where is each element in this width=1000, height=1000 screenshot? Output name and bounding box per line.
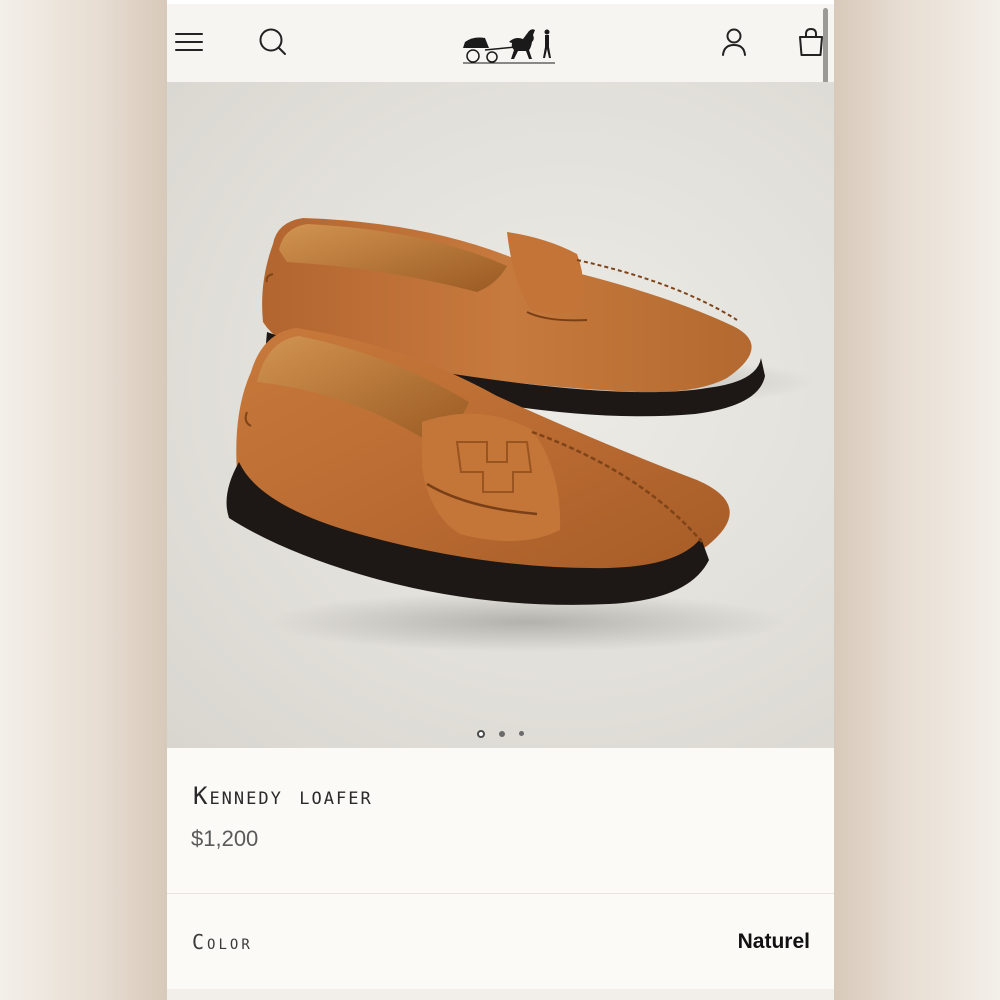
- carousel-dot[interactable]: [499, 730, 505, 737]
- carousel-dot[interactable]: [477, 729, 485, 738]
- color-selector[interactable]: Color Naturel: [167, 894, 834, 989]
- product-info: Kennedy loafer $1,200: [167, 748, 834, 893]
- mobile-product-page: Kennedy loafer $1,200 Color Naturel: [167, 0, 834, 1000]
- product-image-carousel[interactable]: [167, 82, 834, 748]
- search-icon[interactable]: [257, 26, 289, 58]
- color-value: Naturel: [737, 930, 810, 953]
- background-right: [834, 0, 1000, 1000]
- horse-carriage-logo[interactable]: [459, 18, 559, 66]
- menu-icon[interactable]: [173, 26, 205, 58]
- product-price: $1,200: [191, 826, 259, 851]
- loafer-pair-image: [226, 218, 817, 652]
- carousel-dot[interactable]: [519, 731, 524, 737]
- account-icon[interactable]: [718, 26, 750, 58]
- background-left: [0, 0, 167, 1000]
- product-title: Kennedy loafer: [193, 782, 373, 810]
- top-navigation-bar: [167, 4, 834, 82]
- color-label: Color: [192, 930, 253, 954]
- carousel-pagination: [167, 725, 834, 743]
